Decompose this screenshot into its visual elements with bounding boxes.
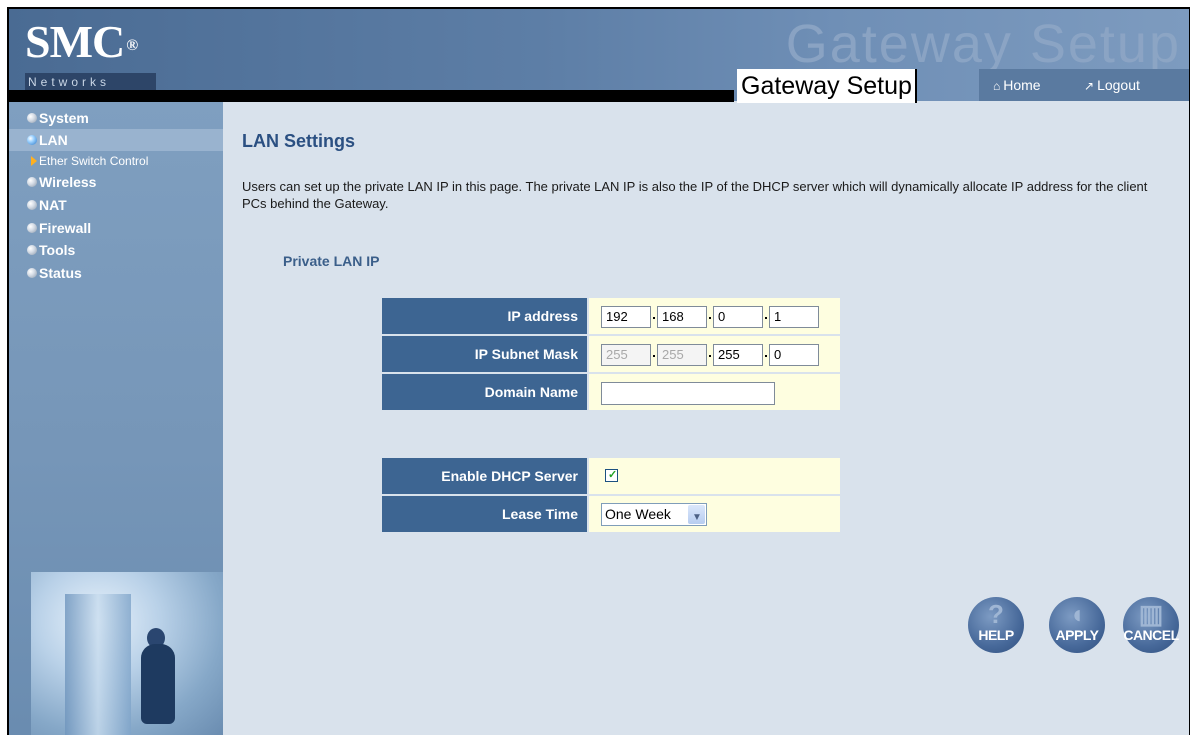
bullet-icon [27,135,37,145]
page-description: Users can set up the private LAN IP in t… [242,179,1148,211]
ip-address-octet-2[interactable]: 168 [657,306,707,328]
domain-name-row: Domain Name [382,374,840,410]
sidebar-item-wireless[interactable]: Wireless [9,171,223,193]
check-icon: ✓ [608,469,618,481]
ip-address-label: IP address [382,298,587,334]
home-link[interactable]: ⌂ Home [993,69,1041,102]
sidebar-item-label: LAN [39,132,68,148]
logout-icon: ↗ [1084,79,1095,93]
sidebar-item-lan[interactable]: LAN [9,129,223,151]
cancel-label: CANCEL [1123,627,1179,643]
browser-frame: SMC ® Networks Gateway Setup Gateway Setu… [7,7,1190,735]
domain-name-input[interactable] [601,382,775,405]
help-button[interactable]: ? HELP [968,597,1024,653]
main-content: LAN Settings Users can set up the privat… [223,102,1189,735]
sidebar-item-label: Firewall [39,220,92,236]
cancel-button[interactable]: ▥ CANCEL [1123,597,1179,653]
lease-time-value: One Week [605,506,671,522]
sidebar-item-label: Wireless [39,174,97,190]
subnet-mask-octet-1: 255 [601,344,651,366]
registered-mark: ® [126,37,138,54]
dropdown-button[interactable]: ▼ [688,505,705,524]
bullet-icon [27,223,37,233]
lease-time-row: Lease Time One Week ▼ [382,496,840,532]
sidebar-item-firewall[interactable]: Firewall [9,217,223,239]
header-watermark: Gateway Setup [785,14,1181,74]
bullet-icon [27,177,37,187]
sidebar-item-label: NAT [39,197,67,213]
ip-address-octet-3[interactable]: 0 [713,306,763,328]
header-nav: ⌂ Home ↗ Logout [979,69,1189,101]
dhcp-checkbox[interactable]: ✓ [605,469,618,482]
smc-logo: SMC ® Networks [25,16,156,91]
sidebar: System LAN Ether Switch Control Wireless… [9,102,223,735]
header: SMC ® Networks Gateway Setup Gateway Setu… [9,9,1189,103]
ip-address-octet-4[interactable]: 1 [769,306,819,328]
subnet-mask-octet-2: 255 [657,344,707,366]
chevron-down-icon: ▼ [692,512,702,523]
ip-address-row: IP address 192 168 0 1 [382,298,840,334]
sidebar-item-label: System [39,110,89,126]
domain-name-label: Domain Name [382,374,587,410]
sidebar-item-status[interactable]: Status [9,262,223,284]
private-lan-form: IP address 192 168 0 1 IP Subnet Mask 25… [382,298,840,412]
sidebar-item-label: Ether Switch Control [39,154,149,168]
subnet-mask-octet-3[interactable]: 255 [713,344,763,366]
sidebar-item-label: Tools [39,242,76,258]
logout-label: Logout [1097,77,1140,93]
dhcp-row: Enable DHCP Server ✓ [382,458,840,494]
question-icon: ? [988,599,1004,629]
sidebar-item-nat[interactable]: NAT [9,194,223,216]
lease-time-select[interactable]: One Week ▼ [601,503,707,526]
bullet-icon [27,113,37,123]
bullet-icon [27,245,37,255]
header-divider [9,90,734,102]
apply-label: APPLY [1055,627,1099,643]
sidebar-item-label: Status [39,265,82,281]
trash-icon: ▥ [1138,599,1164,629]
header-title: Gateway Setup [737,69,917,103]
section-title: Private LAN IP [283,253,380,269]
arrow-right-icon [31,156,37,166]
apply-button[interactable]: ◖ APPLY [1049,597,1105,653]
sidebar-item-ether-switch-control[interactable]: Ether Switch Control [9,152,223,170]
page-title: LAN Settings [242,131,356,151]
sidebar-illustration [31,572,223,735]
subnet-mask-octet-4[interactable]: 0 [769,344,819,366]
home-icon: ⌂ [993,79,1001,93]
mouse-icon: ◖ [1069,599,1085,629]
logout-link[interactable]: ↗ Logout [1084,69,1140,102]
bullet-icon [27,200,37,210]
subnet-mask-label: IP Subnet Mask [382,336,587,372]
logo-text: SMC [25,16,125,67]
home-label: Home [1003,77,1041,93]
subnet-mask-row: IP Subnet Mask 255 255 255 0 [382,336,840,372]
lease-time-label: Lease Time [382,496,587,532]
sidebar-item-tools[interactable]: Tools [9,239,223,261]
bullet-icon [27,268,37,278]
sidebar-item-system[interactable]: System [9,107,223,129]
dhcp-label: Enable DHCP Server [382,458,587,494]
logo-subtitle: Networks [25,73,156,91]
dhcp-form: Enable DHCP Server ✓ Lease Time One Week… [382,458,840,534]
help-label: HELP [978,627,1014,643]
ip-address-octet-1[interactable]: 192 [601,306,651,328]
